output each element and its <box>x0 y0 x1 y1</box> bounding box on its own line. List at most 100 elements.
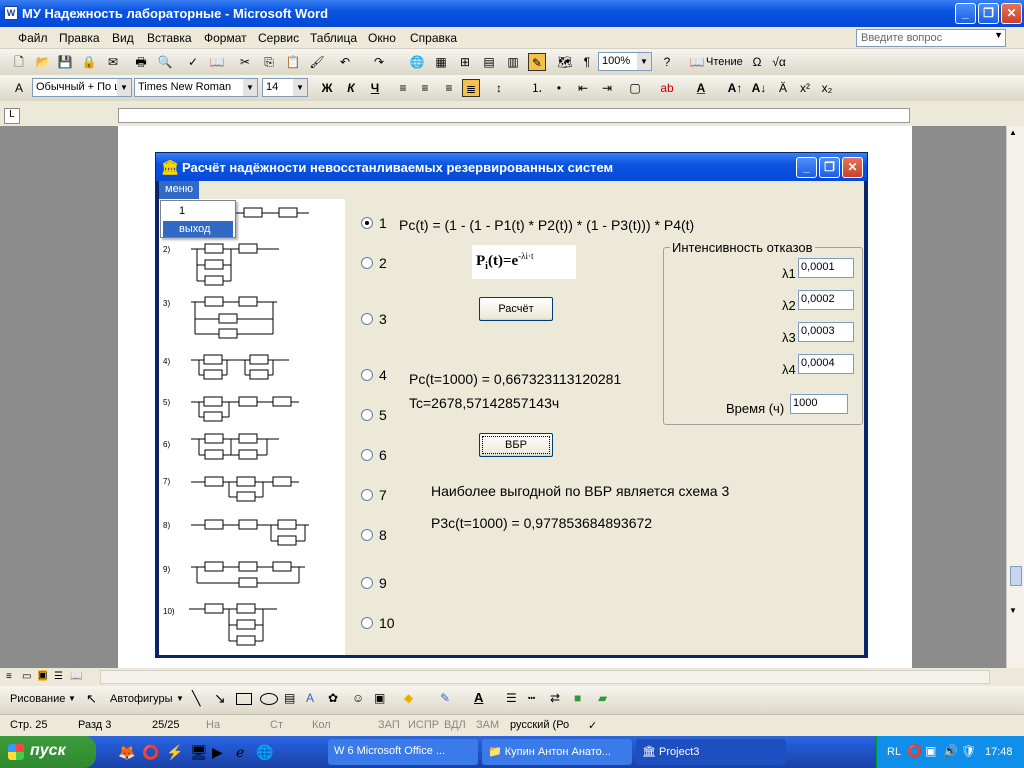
arrow-style-icon[interactable]: ⇄ <box>550 691 560 705</box>
line-style-icon[interactable]: ☰ <box>506 691 517 705</box>
outline-view-icon[interactable]: ☰ <box>54 671 63 682</box>
volume-tray-icon[interactable]: 🔊 <box>943 744 958 758</box>
status-ovr[interactable]: ЗАМ <box>476 719 499 731</box>
radio-scheme-5[interactable]: 5 <box>361 407 387 423</box>
zoom-select[interactable]: 100% ▼ <box>598 52 652 71</box>
font-select[interactable]: Times New Roman ▼ <box>134 78 258 97</box>
font-color-icon[interactable]: A <box>474 690 483 705</box>
dialog-titlebar[interactable]: 🏛 Расчёт надёжности невосстанливаемых ре… <box>156 153 867 181</box>
pilcrow-icon[interactable]: ¶ <box>578 53 596 71</box>
font-size-select[interactable]: 14 ▼ <box>262 78 308 97</box>
radio-dot[interactable] <box>361 489 373 501</box>
opera-tray-icon[interactable]: ⭕ <box>907 744 922 758</box>
firefox-icon[interactable]: 🦊 <box>118 744 135 761</box>
task-ms-office[interactable]: W 6 Microsoft Office ... <box>328 739 478 765</box>
lambda1-input[interactable]: 0,0001 <box>798 258 854 278</box>
drawing-menu[interactable]: Рисование <box>10 693 65 705</box>
radio-scheme-1[interactable]: 1 <box>361 215 387 231</box>
restore-button[interactable]: ❐ <box>978 3 999 24</box>
close-button[interactable]: ✕ <box>1001 3 1022 24</box>
rectangle-icon[interactable] <box>236 693 252 705</box>
picture-icon[interactable]: ▣ <box>374 691 385 705</box>
drawing-toggle-icon[interactable]: ✎ <box>528 53 546 71</box>
word-titlebar[interactable]: W МУ Надежность лабораторные - Microsoft… <box>0 0 1024 27</box>
chevron-down-icon[interactable]: ▼ <box>117 79 131 96</box>
decrease-indent-icon[interactable]: ⇤ <box>574 79 592 97</box>
radio-scheme-6[interactable]: 6 <box>361 447 387 463</box>
cut-icon[interactable]: ✂ <box>236 53 254 71</box>
chevron-down-icon[interactable]: ▼ <box>68 694 76 703</box>
print-layout-icon[interactable]: ▣ <box>38 670 48 681</box>
menu-insert[interactable]: Вставка <box>147 31 192 45</box>
justify-icon[interactable]: ≣ <box>462 79 480 97</box>
ask-question-input[interactable]: Введите вопрос ▼ <box>856 29 1006 47</box>
clipart-icon[interactable]: ☺ <box>352 691 364 705</box>
italic-icon[interactable]: К <box>342 79 360 97</box>
save-icon[interactable]: 💾 <box>56 53 74 71</box>
increase-indent-icon[interactable]: ⇥ <box>598 79 616 97</box>
menu-item-1[interactable]: 1 <box>179 205 185 217</box>
grow-font-icon[interactable]: A↑ <box>726 79 744 97</box>
textbox-icon[interactable]: ▤ <box>284 691 295 705</box>
minimize-button[interactable]: _ <box>955 3 976 24</box>
chevron-down-icon[interactable]: ▼ <box>243 79 257 96</box>
bold-icon[interactable]: Ж <box>318 79 336 97</box>
format-painter-icon[interactable]: 🖌 <box>308 53 326 71</box>
undo-icon[interactable]: ↶ <box>336 53 354 71</box>
radio-scheme-8[interactable]: 8 <box>361 527 387 543</box>
dash-style-icon[interactable]: ┅ <box>528 691 535 705</box>
chevron-down-icon[interactable]: ▼ <box>637 53 651 70</box>
preview-icon[interactable]: 🔍 <box>156 53 174 71</box>
ie-icon[interactable]: ℯ <box>236 744 244 761</box>
web-view-icon[interactable]: ▭ <box>22 671 31 682</box>
menu-edit[interactable]: Правка <box>59 31 100 45</box>
radio-scheme-10[interactable]: 10 <box>361 615 395 631</box>
bullets-icon[interactable]: • <box>550 79 568 97</box>
research-icon[interactable]: 📖 <box>208 53 226 71</box>
radio-dot[interactable] <box>361 617 373 629</box>
3d-icon[interactable]: ▰ <box>598 691 607 705</box>
radio-dot[interactable] <box>361 449 373 461</box>
underline-icon[interactable]: Ч <box>366 79 384 97</box>
chevron-down-icon[interactable]: ▼ <box>994 30 1003 40</box>
superscript-icon[interactable]: x² <box>796 79 814 97</box>
paste-icon[interactable]: 📋 <box>284 53 302 71</box>
radio-dot[interactable] <box>361 529 373 541</box>
opera-icon[interactable]: ⭕ <box>142 744 159 761</box>
radio-scheme-2[interactable]: 2 <box>361 255 387 271</box>
help-icon[interactable]: ? <box>658 53 676 71</box>
menu-item-exit[interactable]: выход <box>163 221 233 237</box>
menu-view[interactable]: Вид <box>112 31 134 45</box>
scroll-up-icon[interactable]: ▲ <box>1009 128 1017 137</box>
tab-stop-icon[interactable]: L <box>4 108 20 124</box>
radio-dot[interactable] <box>361 217 373 229</box>
copy-icon[interactable]: ⎘ <box>260 53 278 71</box>
network-tray-icon[interactable]: ▣ <box>925 744 936 758</box>
menu-window[interactable]: Окно <box>368 31 396 45</box>
align-left-icon[interactable]: ≡ <box>394 79 412 97</box>
radio-scheme-9[interactable]: 9 <box>361 575 387 591</box>
new-doc-icon[interactable]: 🗋 <box>10 53 28 71</box>
dialog-maximize-button[interactable]: ❐ <box>819 157 840 178</box>
font-color-icon[interactable]: A <box>692 79 710 97</box>
reading-label[interactable]: Чтение <box>706 56 743 68</box>
lambda4-input[interactable]: 0,0004 <box>798 354 854 374</box>
arrow-icon[interactable]: ↘ <box>214 690 226 707</box>
spelling-status-icon[interactable]: ✓ <box>588 719 597 732</box>
numbering-icon[interactable]: ⒈ <box>528 79 546 97</box>
equation-icon[interactable]: √α <box>770 53 788 71</box>
desktop-icon[interactable]: 🖥 <box>190 744 208 761</box>
media-player-icon[interactable]: ▶ <box>212 744 223 761</box>
dialog-close-button[interactable]: ✕ <box>842 157 863 178</box>
winamp-icon[interactable]: ⚡ <box>166 744 183 761</box>
reading-view-icon[interactable]: 📖 <box>70 671 82 682</box>
radio-scheme-3[interactable]: 3 <box>361 311 387 327</box>
radio-scheme-4[interactable]: 4 <box>361 367 387 383</box>
calc-button[interactable]: Расчёт <box>479 297 553 321</box>
subscript-icon[interactable]: x₂ <box>818 79 836 97</box>
hyperlink-icon[interactable]: 🌐 <box>408 53 426 71</box>
chevron-down-icon[interactable]: ▼ <box>176 694 184 703</box>
insert-table-icon[interactable]: ⊞ <box>456 53 474 71</box>
task-folder[interactable]: 📁 Купин Антон Анато... <box>482 739 632 765</box>
omega-icon[interactable]: Ω <box>748 53 766 71</box>
